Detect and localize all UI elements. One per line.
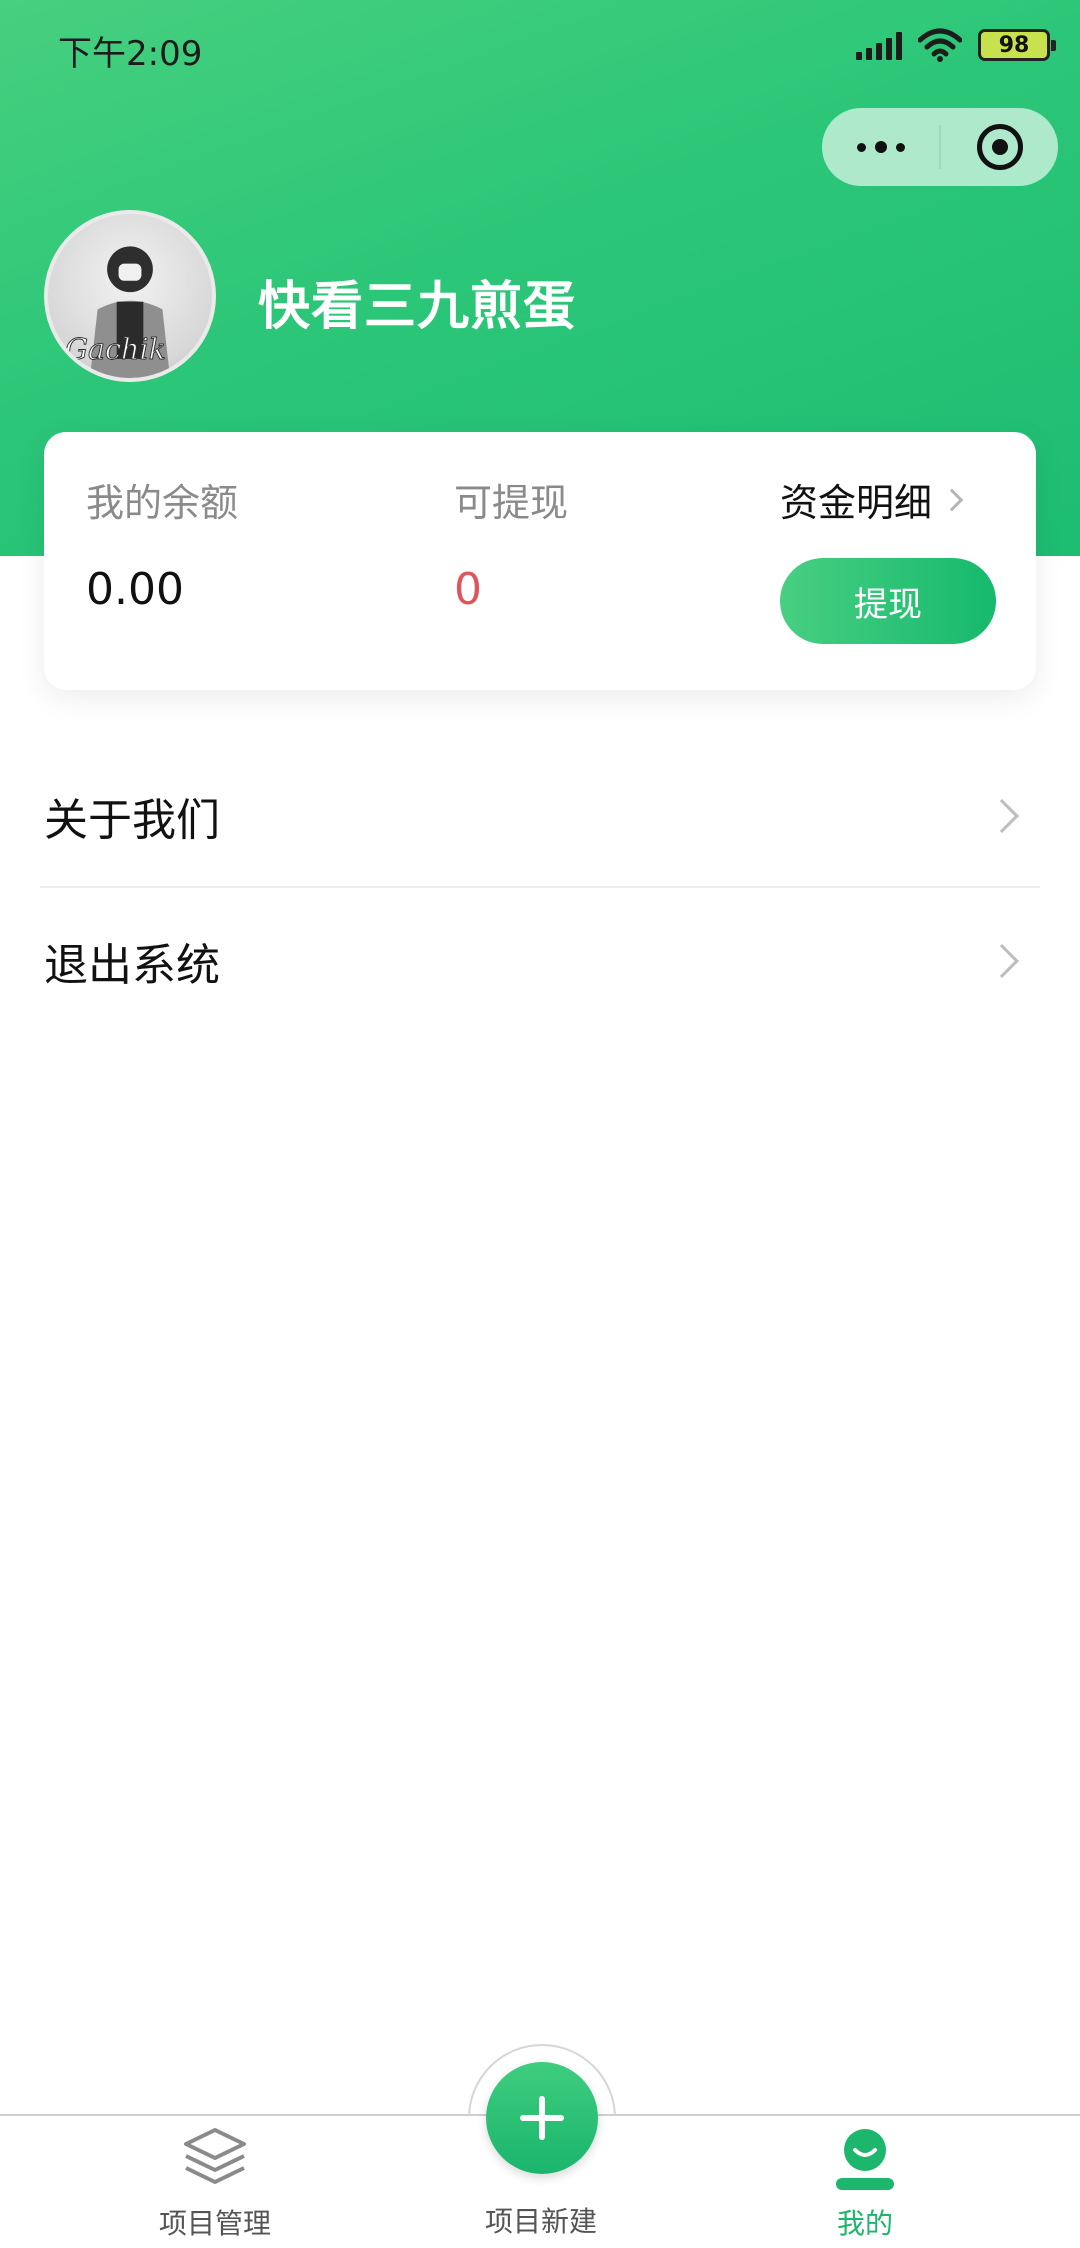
- avatar[interactable]: Gachik: [44, 210, 216, 382]
- menu-item-logout[interactable]: 退出系统: [40, 890, 1040, 1032]
- fund-detail-link[interactable]: 资金明细: [780, 472, 964, 527]
- svg-text:Gachik: Gachik: [65, 332, 166, 366]
- balance-value: 0.00: [86, 564, 184, 615]
- tab-label: 我的: [836, 2207, 893, 2240]
- chevron-right-icon: [940, 488, 964, 511]
- layers-icon: [184, 2128, 246, 2184]
- more-icon[interactable]: [822, 141, 939, 153]
- miniprogram-capsule: [822, 108, 1058, 186]
- balance-label: 我的余额: [86, 481, 239, 525]
- username: 快看三九煎蛋: [258, 277, 577, 337]
- fund-detail-label: 资金明细: [780, 481, 933, 525]
- menu-item-label: 退出系统: [44, 940, 220, 991]
- tab-label: 项目新建: [484, 2205, 597, 2238]
- wifi-icon: [918, 28, 962, 62]
- chevron-right-icon: [985, 944, 1019, 978]
- close-target-icon[interactable]: [941, 124, 1058, 170]
- user-icon: [836, 2129, 894, 2190]
- withdrawable-label: 可提现: [454, 481, 569, 525]
- tab-project-management[interactable]: 项目管理: [105, 2124, 325, 2242]
- status-icons: 98: [856, 28, 1056, 62]
- plus-icon: [520, 2096, 564, 2140]
- withdrawable-value: 0: [454, 564, 482, 615]
- new-project-fab[interactable]: [486, 2062, 598, 2174]
- signal-icon: [856, 30, 902, 60]
- chevron-right-icon: [985, 799, 1019, 833]
- tab-mine[interactable]: 我的: [755, 2124, 975, 2242]
- tab-new-project[interactable]: 项目新建: [431, 2192, 651, 2240]
- balance-card: 我的余额 可提现 资金明细 0.00 0 提现: [44, 432, 1036, 690]
- battery-icon: 98: [978, 29, 1056, 61]
- battery-level: 98: [998, 32, 1030, 58]
- tab-label: 项目管理: [158, 2207, 271, 2240]
- withdraw-button[interactable]: 提现: [780, 558, 996, 644]
- status-time: 下午2:09: [58, 34, 203, 74]
- menu-item-about-us[interactable]: 关于我们: [40, 746, 1040, 888]
- menu-item-label: 关于我们: [44, 795, 220, 846]
